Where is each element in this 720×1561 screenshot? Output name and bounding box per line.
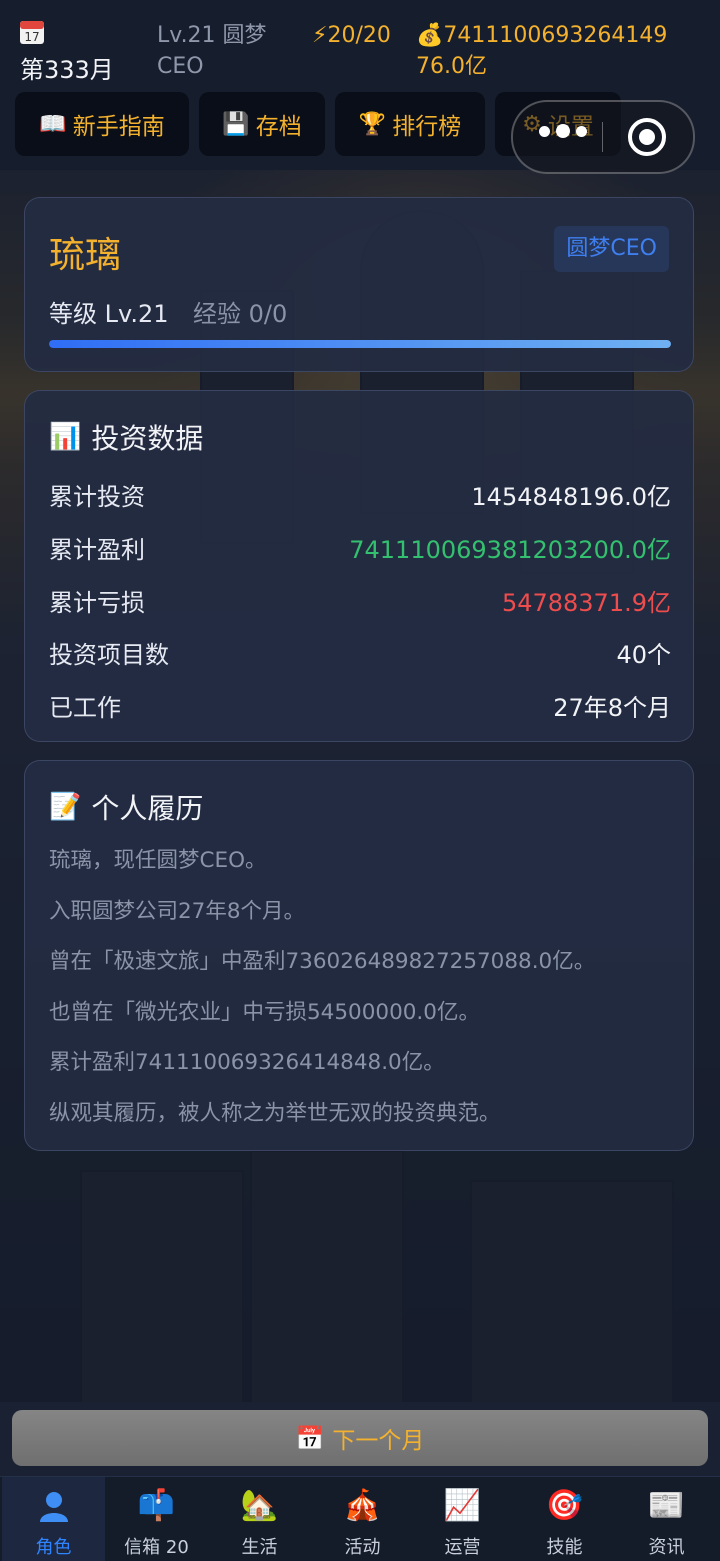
profile-card: 琉璃 圆梦CEO 等级 Lv.21 经验 0/0 [24,197,694,372]
tab-label: 生活 [241,1537,278,1558]
tab-label: 活动 [344,1537,381,1558]
top-header: 17 第333月 Lv.21 圆梦CEO ⚡20/20 💰74111006932… [0,0,720,174]
calendar-icon: 17 [20,21,44,44]
guide-button-label: 新手指南 [72,114,165,140]
stat-row-total-profit: 累计盈利 741110069381203200.0亿 [49,530,671,565]
stat-row-work-duration: 已工作 27年8个月 [49,688,671,723]
role-badge: 圆梦CEO [554,226,669,272]
leaderboard-button-label: 排行榜 [392,114,462,140]
memo-icon: 📝 [49,792,82,822]
energy-counter: ⚡20/20 [312,23,391,48]
resume-card: 📝 个人履历 琉璃，现任圆梦CEO。 入职圆梦公司27年8个月。 曾在「极速文旅… [24,760,694,1151]
tab-mailbox[interactable]: 📫 信箱 20 [105,1477,208,1561]
tab-activity[interactable]: 🎪 活动 [311,1477,414,1561]
tab-label: 信箱 20 [124,1537,189,1558]
tab-label: 运营 [444,1537,481,1558]
newspaper-icon: 📰 [647,1488,686,1523]
stat-label: 已工作 [49,694,121,722]
tab-label: 资讯 [648,1537,685,1558]
tab-life[interactable]: 🏡 生活 [208,1477,311,1561]
stat-label: 累计盈利 [49,536,145,564]
experience-bar [49,340,671,348]
investment-title-text: 投资数据 [91,422,204,455]
resume-title-text: 个人履历 [91,792,204,825]
close-miniprogram-icon[interactable] [628,118,666,156]
tab-label: 技能 [546,1537,583,1558]
bar-chart-icon: 📊 [49,422,82,452]
house-icon: 🏡 [240,1488,279,1523]
month-counter: 第333月 [20,56,114,84]
more-options-icon[interactable] [539,124,587,138]
circus-tent-icon: 🎪 [343,1488,382,1523]
money-counter: 💰741110069326414976.0亿 [416,23,668,79]
tab-skills[interactable]: 🎯 技能 [513,1477,616,1561]
floppy-disk-icon: 💾 [222,111,250,137]
save-button-label: 存档 [255,114,302,140]
stat-label: 投资项目数 [49,641,169,669]
next-month-button[interactable]: 📅 下一个月 [12,1410,708,1466]
svg-text:17: 17 [24,30,39,44]
stat-value: 1454848196.0亿 [471,483,671,511]
mailbox-icon: 📫 [137,1488,176,1523]
resume-title: 📝 个人履历 [49,787,203,827]
person-icon [2,1489,105,1531]
character-name: 琉璃 [49,235,122,276]
trophy-icon: 🏆 [358,111,387,137]
tab-news[interactable]: 📰 资讯 [615,1477,718,1561]
experience-text: 经验 0/0 [193,300,288,328]
stat-label: 累计投资 [49,483,145,511]
stat-row-project-count: 投资项目数 40个 [49,635,671,670]
level-role-label: Lv.21 圆梦CEO [157,23,267,79]
resume-line: 累计盈利741110069326414848.0亿。 [49,1050,445,1075]
chart-up-icon: 📈 [443,1488,482,1523]
stat-value: 54788371.9亿 [501,589,671,617]
investment-title: 📊 投资数据 [49,417,203,457]
stat-value: 741110069381203200.0亿 [349,536,671,564]
guide-button[interactable]: 📖 新手指南 [15,92,189,156]
next-month-bar: 📅 下一个月 [0,1402,720,1476]
stat-row-total-investment: 累计投资 1454848196.0亿 [49,477,671,512]
resume-line: 入职圆梦公司27年8个月。 [49,899,306,924]
save-button[interactable]: 💾 存档 [199,92,325,156]
target-icon: 🎯 [545,1488,584,1523]
next-month-label: 下一个月 [332,1428,425,1454]
calendar-icon: 📅 [295,1425,325,1452]
tab-operations[interactable]: 📈 运营 [411,1477,514,1561]
experience-bar-fill [49,340,671,348]
miniprogram-capsule [511,100,695,174]
level-text: 等级 Lv.21 [49,300,169,328]
leaderboard-button[interactable]: 🏆 排行榜 [335,92,485,156]
stat-row-total-loss: 累计亏损 54788371.9亿 [49,583,671,618]
stat-label: 累计亏损 [49,589,145,617]
tab-character[interactable]: 角色 [2,1477,105,1561]
stat-value: 27年8个月 [553,694,671,722]
resume-line: 琉璃，现任圆梦CEO。 [49,848,267,873]
tab-label: 角色 [35,1537,72,1558]
resume-line: 曾在「极速文旅」中盈利736026489827257088.0亿。 [49,949,596,974]
resume-line: 纵观其履历，被人称之为举世无双的投资典范。 [49,1101,501,1126]
resume-line: 也曾在「微光农业」中亏损54500000.0亿。 [49,1000,480,1025]
investment-card: 📊 投资数据 累计投资 1454848196.0亿 累计盈利 741110069… [24,390,694,742]
bottom-tab-bar: 角色 📫 信箱 20 🏡 生活 🎪 活动 📈 运营 🎯 技能 📰 资讯 [0,1476,720,1561]
stat-value: 40个 [616,641,671,669]
book-icon: 📖 [39,111,67,137]
